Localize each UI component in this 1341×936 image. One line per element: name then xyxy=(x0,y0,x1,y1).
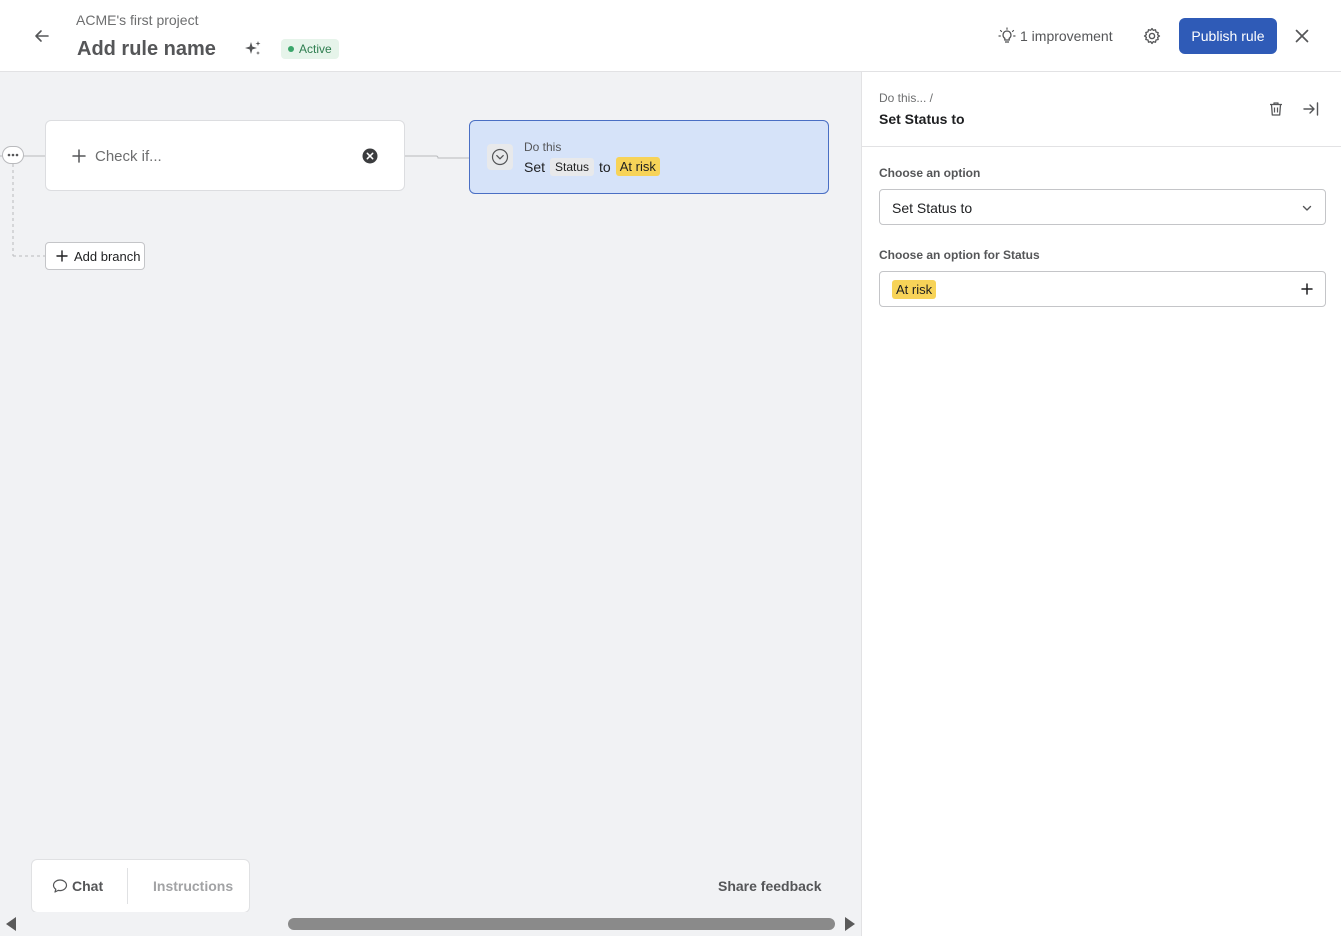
sparkle-icon xyxy=(245,41,261,55)
chat-bubble-icon xyxy=(52,879,68,893)
tab-chat[interactable]: Chat xyxy=(52,878,103,894)
clear-circle-icon xyxy=(362,148,378,164)
choose-option-label: Choose an option xyxy=(879,166,981,180)
publish-rule-button[interactable]: Publish rule xyxy=(1179,18,1277,54)
settings-button[interactable] xyxy=(1142,26,1162,46)
action-summary: Set Status to At risk xyxy=(524,157,660,176)
plus-icon xyxy=(72,149,86,163)
status-text: Active xyxy=(299,42,332,56)
trash-icon xyxy=(1270,102,1282,116)
status-dot-icon xyxy=(288,46,294,52)
branch-options-button[interactable] xyxy=(2,146,24,164)
action-type-value: Set Status to xyxy=(892,200,973,216)
scroll-left-arrow-icon[interactable] xyxy=(6,917,16,931)
collapse-action-button[interactable] xyxy=(487,144,513,170)
project-name: ACME's first project xyxy=(76,12,199,28)
back-button[interactable] xyxy=(28,22,56,50)
chevron-down-circle-icon xyxy=(491,148,509,166)
scroll-thumb[interactable] xyxy=(288,918,835,930)
tab-instructions[interactable]: Instructions xyxy=(153,878,233,894)
delete-action-button[interactable] xyxy=(1267,100,1285,118)
to-word: to xyxy=(599,158,611,175)
top-bar: ACME's first project Add rule name Activ… xyxy=(0,0,1341,72)
action-type-select[interactable]: Set Status to xyxy=(879,189,1326,225)
arrow-left-icon xyxy=(35,30,49,42)
improvement-text: 1 improvement xyxy=(1020,28,1113,44)
breadcrumb[interactable]: Do this... / xyxy=(879,91,933,105)
remove-condition-button[interactable] xyxy=(362,148,378,164)
scroll-right-arrow-icon[interactable] xyxy=(845,917,855,931)
status-option-label: Choose an option for Status xyxy=(879,248,1040,262)
action-config-panel: Do this... / Set Status to Choose an opt… xyxy=(861,72,1341,936)
check-if-label: Check if... xyxy=(95,148,162,165)
connector-lines xyxy=(0,155,469,257)
do-this-title: Do this xyxy=(524,140,562,154)
chevron-down-icon xyxy=(1302,205,1312,211)
ai-sparkle-button[interactable] xyxy=(243,39,263,59)
tab-divider xyxy=(127,868,128,904)
assistant-tabs: Chat Instructions xyxy=(31,859,250,913)
horizontal-scrollbar[interactable] xyxy=(0,912,861,936)
close-button[interactable] xyxy=(1292,26,1312,46)
add-branch-button[interactable]: Add branch xyxy=(45,242,145,270)
panel-header: Do this... / Set Status to xyxy=(862,72,1341,147)
status-value-picker[interactable]: At risk xyxy=(879,271,1326,307)
set-word: Set xyxy=(524,158,546,175)
lightbulb-icon xyxy=(998,27,1016,43)
rule-name-field[interactable]: Add rule name xyxy=(77,38,216,61)
plus-icon xyxy=(56,250,68,262)
collapse-panel-button[interactable] xyxy=(1302,100,1320,118)
add-branch-label: Add branch xyxy=(74,248,141,264)
plus-icon xyxy=(1301,283,1313,295)
gear-icon xyxy=(1143,27,1161,45)
check-if-card[interactable]: Check if... xyxy=(45,120,405,191)
share-feedback-link[interactable]: Share feedback xyxy=(718,878,822,894)
rule-canvas[interactable]: Check if... Do this Set Status to At ris… xyxy=(0,72,861,936)
improvement-button[interactable]: 1 improvement xyxy=(998,26,1113,46)
status-value-chip: At risk xyxy=(892,280,937,299)
panel-title: Set Status to xyxy=(879,111,965,127)
close-icon xyxy=(1295,29,1309,43)
chat-label: Chat xyxy=(72,878,104,894)
value-chip: At risk xyxy=(615,157,660,176)
ellipsis-icon xyxy=(7,153,19,157)
status-badge: Active xyxy=(281,39,339,59)
field-chip: Status xyxy=(550,157,595,176)
collapse-right-icon xyxy=(1303,102,1319,116)
do-this-card[interactable]: Do this Set Status to At risk xyxy=(469,120,829,194)
